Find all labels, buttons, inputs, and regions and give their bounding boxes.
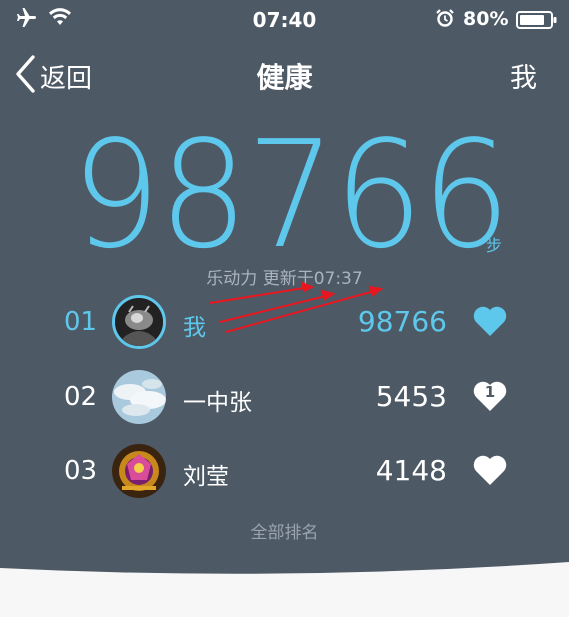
steps-unit: 步 bbox=[486, 236, 503, 255]
rank-steps: 4148 bbox=[375, 454, 447, 487]
avatar bbox=[112, 295, 166, 349]
like-count: 1 bbox=[484, 383, 496, 401]
total-steps: 98766 bbox=[71, 109, 511, 281]
status-bar: 07:40 80% bbox=[0, 0, 569, 40]
rank-steps: 98766 bbox=[357, 305, 447, 338]
rank-name: 一中张 bbox=[183, 390, 252, 416]
bottom-card bbox=[0, 562, 569, 617]
health-screen: 07:40 80% 返回 健康 我 98766 步 乐动力 更新于07:37 0… bbox=[0, 0, 569, 617]
rank-name: 刘莹 bbox=[183, 464, 229, 490]
alarm-icon bbox=[435, 8, 455, 32]
nav-bar: 返回 健康 我 bbox=[0, 40, 569, 115]
rank-number: 03 bbox=[64, 456, 98, 486]
rank-steps: 5453 bbox=[375, 380, 447, 413]
like-heart-icon[interactable] bbox=[470, 450, 510, 490]
all-ranking-link[interactable]: 全部排名 bbox=[0, 518, 569, 543]
rank-row-3[interactable]: 03 刘莹 4148 bbox=[0, 444, 569, 504]
rank-name: 我 bbox=[183, 315, 206, 341]
update-status: 乐动力 更新于07:37 bbox=[206, 269, 363, 289]
avatar bbox=[112, 444, 166, 498]
like-heart-icon[interactable] bbox=[470, 301, 510, 341]
like-heart-icon[interactable]: 1 bbox=[470, 376, 510, 416]
battery-percent: 80% bbox=[463, 8, 509, 30]
page-title: 健康 bbox=[256, 61, 313, 94]
avatar bbox=[112, 370, 166, 424]
me-button[interactable]: 我 bbox=[510, 56, 537, 95]
battery-icon bbox=[516, 10, 558, 34]
rank-number: 01 bbox=[64, 307, 98, 337]
rank-row-1[interactable]: 01 我 98766 bbox=[0, 295, 569, 355]
rank-number: 02 bbox=[64, 382, 98, 412]
rank-row-2[interactable]: 02 一中张 5453 1 bbox=[0, 370, 569, 430]
